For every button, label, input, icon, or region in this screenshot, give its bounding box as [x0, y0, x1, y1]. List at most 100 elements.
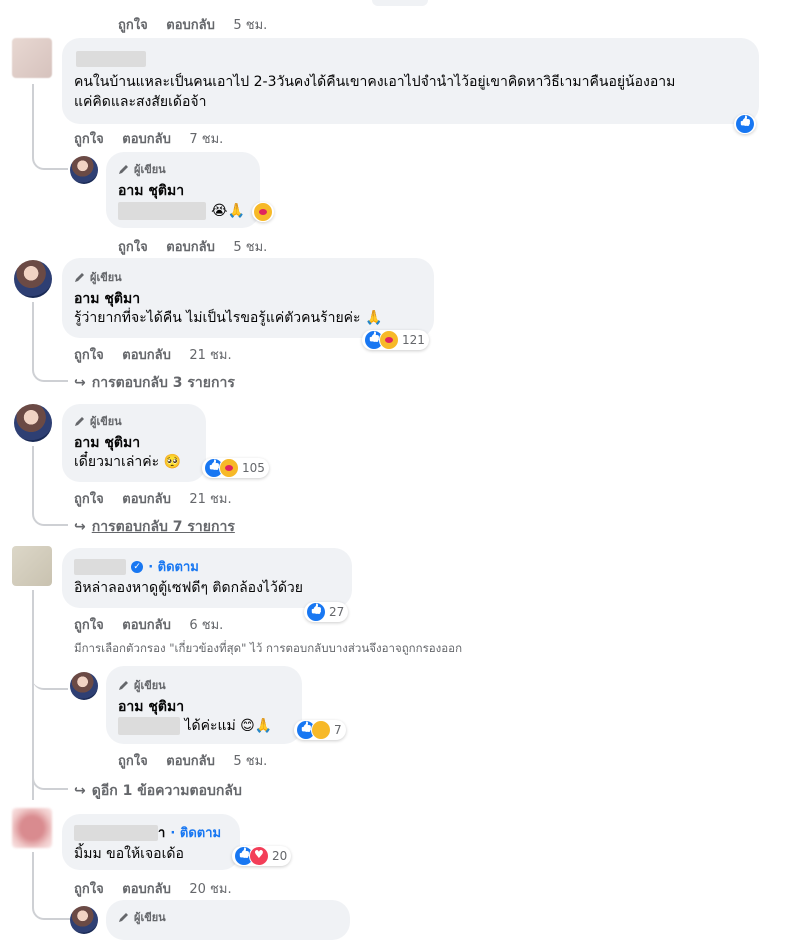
like-link[interactable]: ถูกใจ: [74, 882, 104, 897]
like-link[interactable]: ถูกใจ: [74, 132, 104, 147]
author-avatar[interactable]: [14, 404, 52, 442]
author-badge: ผู้เขียน: [118, 908, 166, 926]
reply-link[interactable]: ตอบกลับ: [122, 492, 171, 507]
love-reaction-icon: [249, 846, 269, 866]
view-more-replies-link[interactable]: ↪ ดูอีก 1 ข้อความตอบกลับ: [74, 780, 242, 802]
author-name[interactable]: อาม ชุติมา: [74, 288, 140, 310]
avatar[interactable]: [12, 38, 52, 78]
avatar[interactable]: [12, 808, 52, 848]
like-link[interactable]: ถูกใจ: [74, 348, 104, 363]
commenter-name-row: า · ติดตาม: [74, 822, 221, 843]
thread-line: [32, 446, 68, 526]
author-avatar[interactable]: [70, 156, 98, 184]
author-name[interactable]: อาม ชุติมา: [118, 180, 184, 202]
thread-branch: [32, 640, 68, 690]
reply-link[interactable]: ตอบกลับ: [166, 240, 215, 255]
commenter-name-row: ✓ · ติดตาม: [74, 556, 199, 577]
reply-arrow-icon: ↪: [74, 519, 86, 535]
redacted-name: [76, 48, 146, 67]
timestamp[interactable]: 5 ชม.: [233, 754, 267, 769]
reaction-summary[interactable]: 7: [294, 720, 346, 740]
thread-line: [32, 590, 34, 800]
author-avatar[interactable]: [70, 906, 98, 934]
reaction-count: 121: [402, 333, 425, 347]
commenter-name[interactable]: า: [158, 826, 165, 841]
pencil-icon: [119, 913, 128, 922]
reply-text-content: ได้ค่ะแม่ 😊🙏: [184, 718, 273, 734]
reply-link[interactable]: ตอบกลับ: [122, 132, 171, 147]
redacted-name: [74, 558, 126, 575]
reply-link[interactable]: ตอบกลับ: [166, 754, 215, 769]
reaction-count: 20: [272, 849, 288, 863]
redacted-text: [118, 717, 180, 735]
reply-bubble: ผู้เขียน: [106, 900, 350, 940]
author-name[interactable]: อาม ชุติมา: [74, 432, 140, 454]
reaction-summary[interactable]: 121: [362, 330, 429, 350]
author-badge: ผู้เขียน: [118, 160, 166, 178]
reaction-summary[interactable]: [734, 114, 756, 134]
author-avatar[interactable]: [70, 672, 98, 700]
author-avatar[interactable]: [14, 260, 52, 298]
reply-text: ได้ค่ะแม่ 😊🙏: [118, 716, 272, 736]
author-badge: ผู้เขียน: [74, 412, 122, 430]
timestamp[interactable]: 5 ชม.: [233, 240, 267, 255]
comment-text: อิหล่าลองหาดูตู้เซฟดีๆ ติดกล้องไว้ด้วย: [74, 580, 303, 596]
timestamp[interactable]: 21 ชม.: [189, 348, 231, 363]
timestamp[interactable]: 6 ชม.: [189, 618, 223, 633]
reaction-summary[interactable]: [252, 202, 274, 222]
comment-bubble: ผู้เขียน อาม ชุติมา เดี๋ยวมาเล่าค่ะ 🥺: [62, 404, 206, 482]
reaction-summary[interactable]: 20: [232, 846, 292, 866]
reaction-count: 7: [334, 723, 342, 737]
comment-text: รู้ว่ายากที่จะได้คืน ไม่เป็นไรขอรู้แค่ตั…: [74, 310, 383, 326]
like-link[interactable]: ถูกใจ: [74, 618, 104, 633]
view-replies-link[interactable]: ↪ การตอบกลับ 7 รายการ: [74, 516, 235, 538]
comment-bubble: ผู้เขียน อาม ชุติมา รู้ว่ายากที่จะได้คืน…: [62, 258, 434, 338]
view-replies-link[interactable]: ↪ การตอบกลับ 3 รายการ: [74, 372, 235, 394]
reaction-summary[interactable]: 27: [304, 602, 349, 622]
follow-link[interactable]: · ติดตาม: [148, 560, 199, 575]
pencil-icon: [75, 273, 84, 282]
thread-line: [32, 84, 68, 170]
thread-line: [32, 772, 68, 790]
comment-actions: ถูกใจ ตอบกลับ 21 ชม.: [74, 488, 246, 509]
redacted-text: [118, 201, 206, 220]
pencil-icon: [119, 165, 128, 174]
comment-actions: ถูกใจ ตอบกลับ 21 ชม.: [74, 344, 246, 365]
follow-link[interactable]: · ติดตาม: [170, 826, 221, 841]
timestamp[interactable]: 7 ชม.: [189, 132, 223, 147]
reply-actions: ถูกใจ ตอบกลับ 5 ชม.: [118, 236, 281, 257]
reply-arrow-icon: ↪: [74, 783, 86, 799]
care-reaction-icon: [253, 202, 273, 222]
author-name[interactable]: อาม ชุติมา: [118, 696, 184, 718]
like-link[interactable]: ถูกใจ: [118, 754, 148, 769]
like-reaction-icon: [735, 114, 755, 134]
reply-arrow-icon: ↪: [74, 375, 86, 391]
reaction-count: 27: [329, 605, 345, 619]
avatar[interactable]: [12, 546, 52, 586]
reaction-summary[interactable]: 105: [202, 458, 269, 478]
like-link[interactable]: ถูกใจ: [118, 240, 148, 255]
reaction-count: 105: [242, 461, 265, 475]
care-reaction-icon: [379, 330, 399, 350]
like-link[interactable]: ถูกใจ: [118, 18, 148, 33]
filter-note: มีการเลือกตัวกรอง "เกี่ยวข้องที่สุด" ไว้…: [74, 641, 463, 655]
reply-link[interactable]: ตอบกลับ: [166, 18, 215, 33]
timestamp[interactable]: 5 ชม.: [233, 18, 267, 33]
verified-badge-icon: ✓: [131, 560, 144, 573]
timestamp[interactable]: 20 ชม.: [189, 882, 231, 897]
reply-link[interactable]: ตอบกลับ: [122, 882, 171, 897]
timestamp[interactable]: 21 ชม.: [189, 492, 231, 507]
reply-text: 😭🙏: [118, 200, 245, 220]
like-link[interactable]: ถูกใจ: [74, 492, 104, 507]
care-reaction-icon: [219, 458, 239, 478]
reply-link[interactable]: ตอบกลับ: [122, 618, 171, 633]
comment-actions: ถูกใจ ตอบกลับ 7 ชม.: [74, 128, 237, 149]
comment-text-line2: แค่คิดและสงสัยเด้อจ้า: [74, 94, 207, 110]
reply-bubble: ผู้เขียน อาม ชุติมา ได้ค่ะแม่ 😊🙏: [106, 666, 302, 744]
partial-bubble: [372, 0, 428, 6]
thread-line: [32, 302, 68, 382]
reply-emoji: 😭🙏: [211, 203, 245, 219]
redacted-name: [74, 824, 158, 841]
reply-link[interactable]: ตอบกลับ: [122, 348, 171, 363]
comment-text: มิ้มม ขอให้เจอเด้อ: [74, 846, 184, 862]
